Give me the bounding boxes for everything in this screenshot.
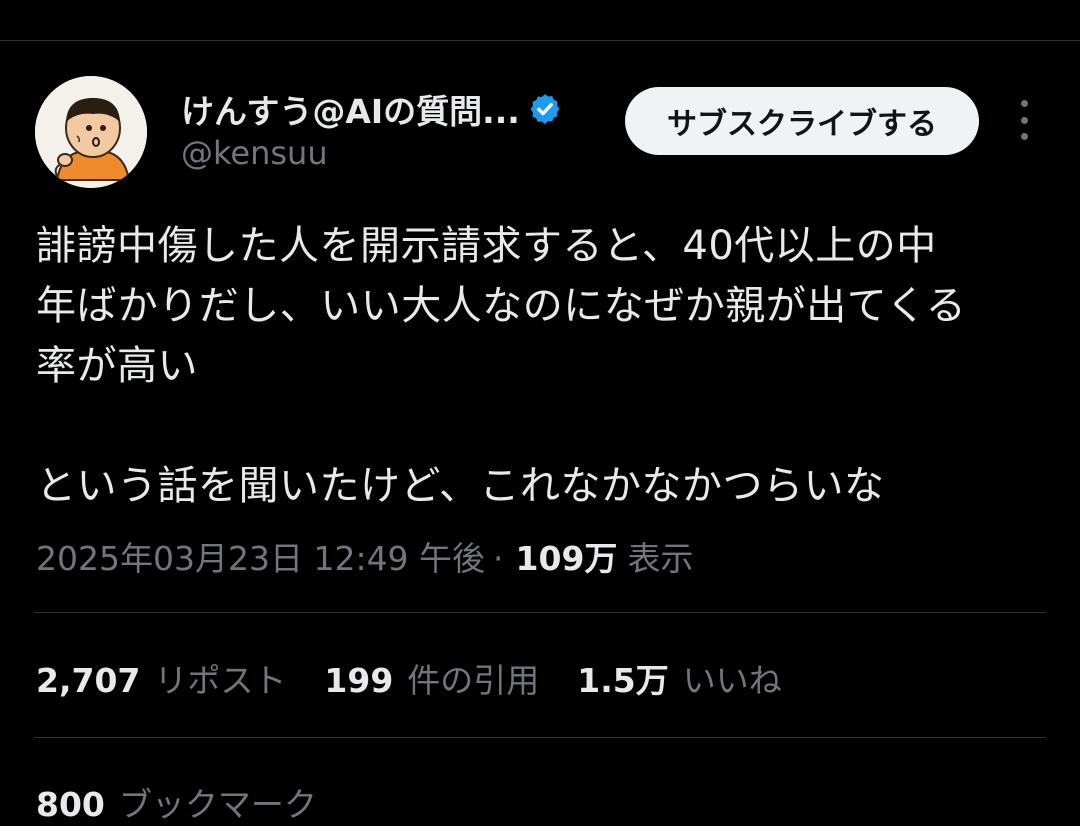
subscribe-button[interactable]: サブスクライブする: [625, 87, 979, 155]
tweet-line: という話を聞いたけど、これなかなかつらいな: [36, 463, 885, 509]
engagement-stats: 2,707 リポスト 199 件の引用 1.5万 いいね: [36, 654, 820, 702]
quotes-label: 件の引用: [407, 661, 540, 700]
reposts-label: リポスト: [154, 661, 287, 700]
cartoon-avatar: [35, 76, 147, 188]
quotes-stat[interactable]: 199 件の引用: [324, 654, 539, 702]
avatar[interactable]: [35, 76, 147, 188]
tweet-line: 年ばかりだし、いい大人なのになぜか親が出てくる: [36, 283, 967, 329]
more-dot: [1020, 116, 1028, 124]
more-vertical-icon[interactable]: [1010, 100, 1038, 140]
more-dot: [1020, 100, 1028, 107]
likes-label: いいね: [682, 661, 782, 700]
verified-badge-icon[interactable]: [528, 92, 562, 126]
views-label: 表示: [627, 539, 694, 578]
tweet-line-blank: [36, 396, 1056, 456]
author-display-name[interactable]: けんすう@AIの質問...: [181, 85, 520, 133]
quotes-count: 199: [324, 661, 394, 700]
tweet-meta: 2025年03月23日 12:49 午後 · 109万 表示: [36, 532, 693, 580]
divider: [34, 612, 1046, 613]
top-divider: [0, 40, 1080, 41]
author-name-row[interactable]: けんすう@AIの質問...: [181, 86, 562, 132]
bookmarks-stat[interactable]: 800 ブックマーク: [36, 778, 317, 826]
tweet-line: 率が高い: [36, 343, 198, 389]
bookmarks-label: ブックマーク: [118, 785, 317, 824]
views-count: 109万: [515, 539, 618, 578]
tweet-line: 誹謗中傷した人を開示請求すると、40代以上の中: [36, 223, 937, 269]
tweet-timestamp[interactable]: 2025年03月23日 12:49 午後: [36, 532, 485, 580]
reposts-stat[interactable]: 2,707 リポスト: [36, 654, 286, 702]
tweet-text: 誹謗中傷した人を開示請求すると、40代以上の中 年ばかりだし、いい大人なのになぜ…: [36, 216, 1056, 516]
likes-count: 1.5万: [577, 661, 669, 700]
meta-separator: ·: [493, 539, 504, 578]
bookmarks-count: 800: [36, 785, 105, 824]
divider: [34, 737, 1046, 738]
likes-stat[interactable]: 1.5万 いいね: [577, 654, 781, 702]
more-dot: [1020, 133, 1028, 140]
author-handle[interactable]: @kensuu: [181, 134, 328, 172]
reposts-count: 2,707: [36, 661, 141, 700]
